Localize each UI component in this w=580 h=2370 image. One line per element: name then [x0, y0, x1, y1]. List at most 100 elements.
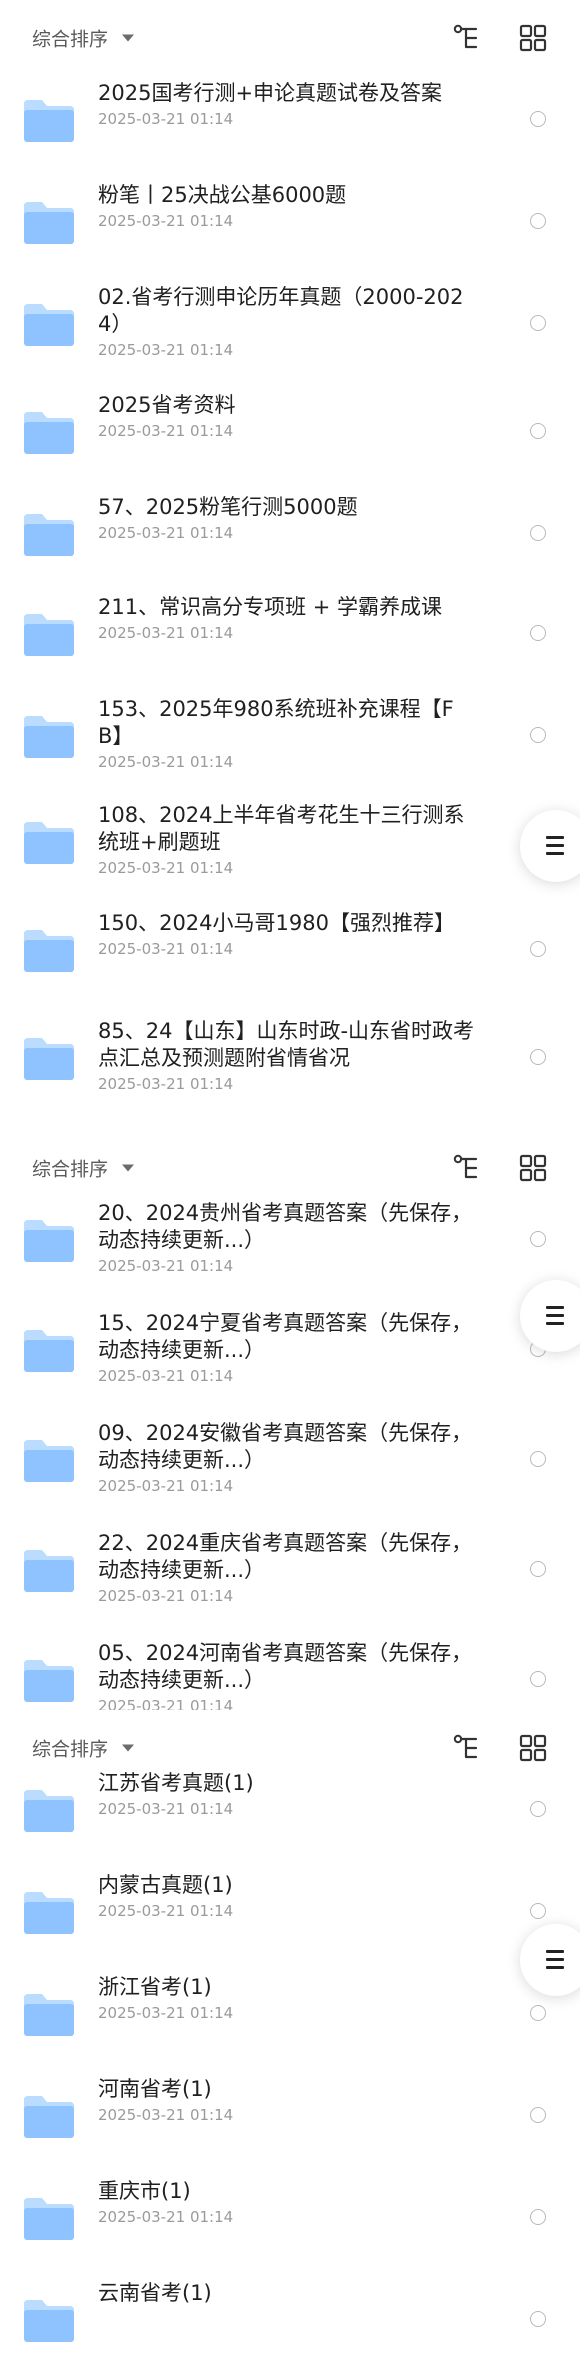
- select-radio[interactable]: [530, 625, 546, 641]
- folder-name: 20、2024贵州省考真题答案（先保存，动态持续更新...）: [98, 1201, 473, 1252]
- folder-row[interactable]: 211、常识高分专项班 + 学霸养成课 2025-03-21 01:14: [0, 582, 580, 684]
- grid-view-icon[interactable]: [518, 1153, 548, 1183]
- folder-icon: [22, 198, 76, 246]
- select-radio[interactable]: [530, 1903, 546, 1919]
- folder-name: 05、2024河南省考真题答案（先保存，动态持续更新...）: [98, 1641, 473, 1692]
- menu-icon: [546, 1306, 566, 1326]
- modified-date: 2025-03-21 01:14: [98, 859, 234, 877]
- modified-date: 2025-03-21 01:14: [98, 2208, 234, 2226]
- folder-icon: [22, 610, 76, 658]
- tree-view-icon[interactable]: [452, 23, 482, 53]
- folder-row[interactable]: 粉笔丨25决战公基6000题 2025-03-21 01:14: [0, 170, 580, 272]
- folder-icon: [22, 818, 76, 866]
- grid-view-icon[interactable]: [518, 23, 548, 53]
- select-radio[interactable]: [530, 2107, 546, 2123]
- select-radio[interactable]: [530, 2311, 546, 2327]
- select-radio[interactable]: [530, 111, 546, 127]
- folder-name: 57、2025粉笔行测5000题: [98, 495, 358, 519]
- sort-bar: 综合排序: [0, 1148, 580, 1188]
- chevron-down-icon: [122, 1744, 135, 1752]
- folder-icon: [22, 926, 76, 974]
- select-radio[interactable]: [530, 1231, 546, 1247]
- folder-icon: [22, 1216, 76, 1264]
- folder-icon: [22, 2296, 76, 2344]
- folder-name: 河南省考(1): [98, 2077, 212, 2101]
- folder-icon: [22, 1436, 76, 1484]
- select-radio[interactable]: [530, 727, 546, 743]
- folder-name: 粉笔丨25决战公基6000题: [98, 183, 347, 207]
- sort-dropdown[interactable]: 综合排序: [32, 25, 135, 52]
- file-list-page: 综合排序 2025国考行测+申论真题试卷及答案 2025-03-21 01:14 粉笔…: [0, 0, 580, 2342]
- folder-row[interactable]: 重庆市(1) 2025-03-21 01:14: [0, 2166, 580, 2268]
- folder-icon: [22, 1990, 76, 2038]
- folder-row[interactable]: 2025国考行测+申论真题试卷及答案 2025-03-21 01:14: [0, 68, 580, 170]
- select-radio[interactable]: [530, 315, 546, 331]
- folder-name: 2025省考资料: [98, 393, 236, 417]
- modified-date: 2025-03-21 01:14: [98, 212, 234, 230]
- modified-date: 2025-03-21 01:14: [98, 1367, 234, 1385]
- folder-row[interactable]: 108、2024上半年省考花生十三行测系统班+刷题班 2025-03-21 01:…: [0, 790, 580, 892]
- modified-date: 2025-03-21 01:14: [98, 940, 234, 958]
- folder-icon: [22, 300, 76, 348]
- select-radio[interactable]: [530, 1451, 546, 1467]
- folder-row[interactable]: 云南省考(1): [0, 2268, 580, 2370]
- modified-date: 2025-03-21 01:14: [98, 1075, 234, 1093]
- select-radio[interactable]: [530, 2005, 546, 2021]
- modified-date: 2025-03-21 01:14: [98, 341, 234, 359]
- folder-name: 153、2025年980系统班补充课程【FB】: [98, 697, 454, 748]
- modified-date: 2025-03-21 01:14: [98, 1257, 234, 1275]
- folder-name: 云南省考(1): [98, 2281, 212, 2305]
- select-radio[interactable]: [530, 2209, 546, 2225]
- folder-name: 重庆市(1): [98, 2179, 191, 2203]
- folder-icon: [22, 2194, 76, 2242]
- folder-row[interactable]: 85、24【山东】山东时政-山东省时政考点汇总及预测题附省情省况 2025-03-…: [0, 1006, 580, 1108]
- modified-date: 2025-03-21 01:14: [98, 422, 234, 440]
- folder-name: 09、2024安徽省考真题答案（先保存，动态持续更新...）: [98, 1421, 473, 1472]
- folder-row[interactable]: 20、2024贵州省考真题答案（先保存，动态持续更新...） 2025-03-21…: [0, 1188, 580, 1290]
- folder-icon: [22, 712, 76, 760]
- menu-icon: [546, 836, 566, 856]
- sort-dropdown[interactable]: 综合排序: [32, 1155, 135, 1182]
- folder-row[interactable]: 150、2024小马哥1980【强烈推荐】 2025-03-21 01:14: [0, 898, 580, 1000]
- select-radio[interactable]: [530, 1801, 546, 1817]
- select-radio[interactable]: [530, 1049, 546, 1065]
- folder-name: 浙江省考(1): [98, 1975, 212, 1999]
- folder-name: 108、2024上半年省考花生十三行测系统班+刷题班: [98, 803, 465, 854]
- folder-row[interactable]: 09、2024安徽省考真题答案（先保存，动态持续更新...） 2025-03-21…: [0, 1408, 580, 1510]
- modified-date: 2025-03-21 01:14: [98, 2004, 234, 2022]
- menu-icon: [546, 1950, 566, 1970]
- folder-icon: [22, 510, 76, 558]
- folder-row[interactable]: 02.省考行测申论历年真题（2000-2024） 2025-03-21 01:14: [0, 272, 580, 374]
- modified-date: 2025-03-21 01:14: [98, 524, 234, 542]
- folder-icon: [22, 1888, 76, 1936]
- select-radio[interactable]: [530, 1671, 546, 1687]
- modified-date: 2025-03-21 01:14: [98, 2106, 234, 2124]
- select-radio[interactable]: [530, 525, 546, 541]
- folder-row[interactable]: 河南省考(1) 2025-03-21 01:14: [0, 2064, 580, 2166]
- folder-row[interactable]: 22、2024重庆省考真题答案（先保存，动态持续更新...） 2025-03-21…: [0, 1518, 580, 1620]
- folder-row[interactable]: 153、2025年980系统班补充课程【FB】 2025-03-21 01:14: [0, 684, 580, 786]
- tree-view-icon[interactable]: [452, 1153, 482, 1183]
- folder-row[interactable]: 2025省考资料 2025-03-21 01:14: [0, 380, 580, 482]
- select-radio[interactable]: [530, 1561, 546, 1577]
- select-radio[interactable]: [530, 423, 546, 439]
- folder-row[interactable]: 内蒙古真题(1) 2025-03-21 01:14: [0, 1860, 580, 1962]
- folder-row[interactable]: 15、2024宁夏省考真题答案（先保存，动态持续更新...） 2025-03-21…: [0, 1298, 580, 1400]
- modified-date: 2025-03-21 01:14: [98, 110, 234, 128]
- folder-name: 02.省考行测申论历年真题（2000-2024）: [98, 285, 464, 336]
- folder-icon: [22, 1034, 76, 1082]
- folder-name: 15、2024宁夏省考真题答案（先保存，动态持续更新...）: [98, 1311, 473, 1362]
- select-radio[interactable]: [530, 941, 546, 957]
- modified-date: 2025-03-21 01:14: [98, 1902, 234, 1920]
- folder-name: 150、2024小马哥1980【强烈推荐】: [98, 911, 455, 935]
- modified-date: 2025-03-21 01:14: [98, 753, 234, 771]
- folder-row[interactable]: 浙江省考(1) 2025-03-21 01:14: [0, 1962, 580, 2064]
- select-radio[interactable]: [530, 213, 546, 229]
- folder-row[interactable]: 江苏省考真题(1) 2025-03-21 01:14: [0, 1758, 580, 1860]
- folder-icon: [22, 408, 76, 456]
- folder-icon: [22, 1786, 76, 1834]
- folder-name: 江苏省考真题(1): [98, 1771, 254, 1795]
- modified-date: 2025-03-21 01:14: [98, 1800, 234, 1818]
- folder-row[interactable]: 57、2025粉笔行测5000题 2025-03-21 01:14: [0, 482, 580, 584]
- sort-label-text: 综合排序: [32, 28, 109, 51]
